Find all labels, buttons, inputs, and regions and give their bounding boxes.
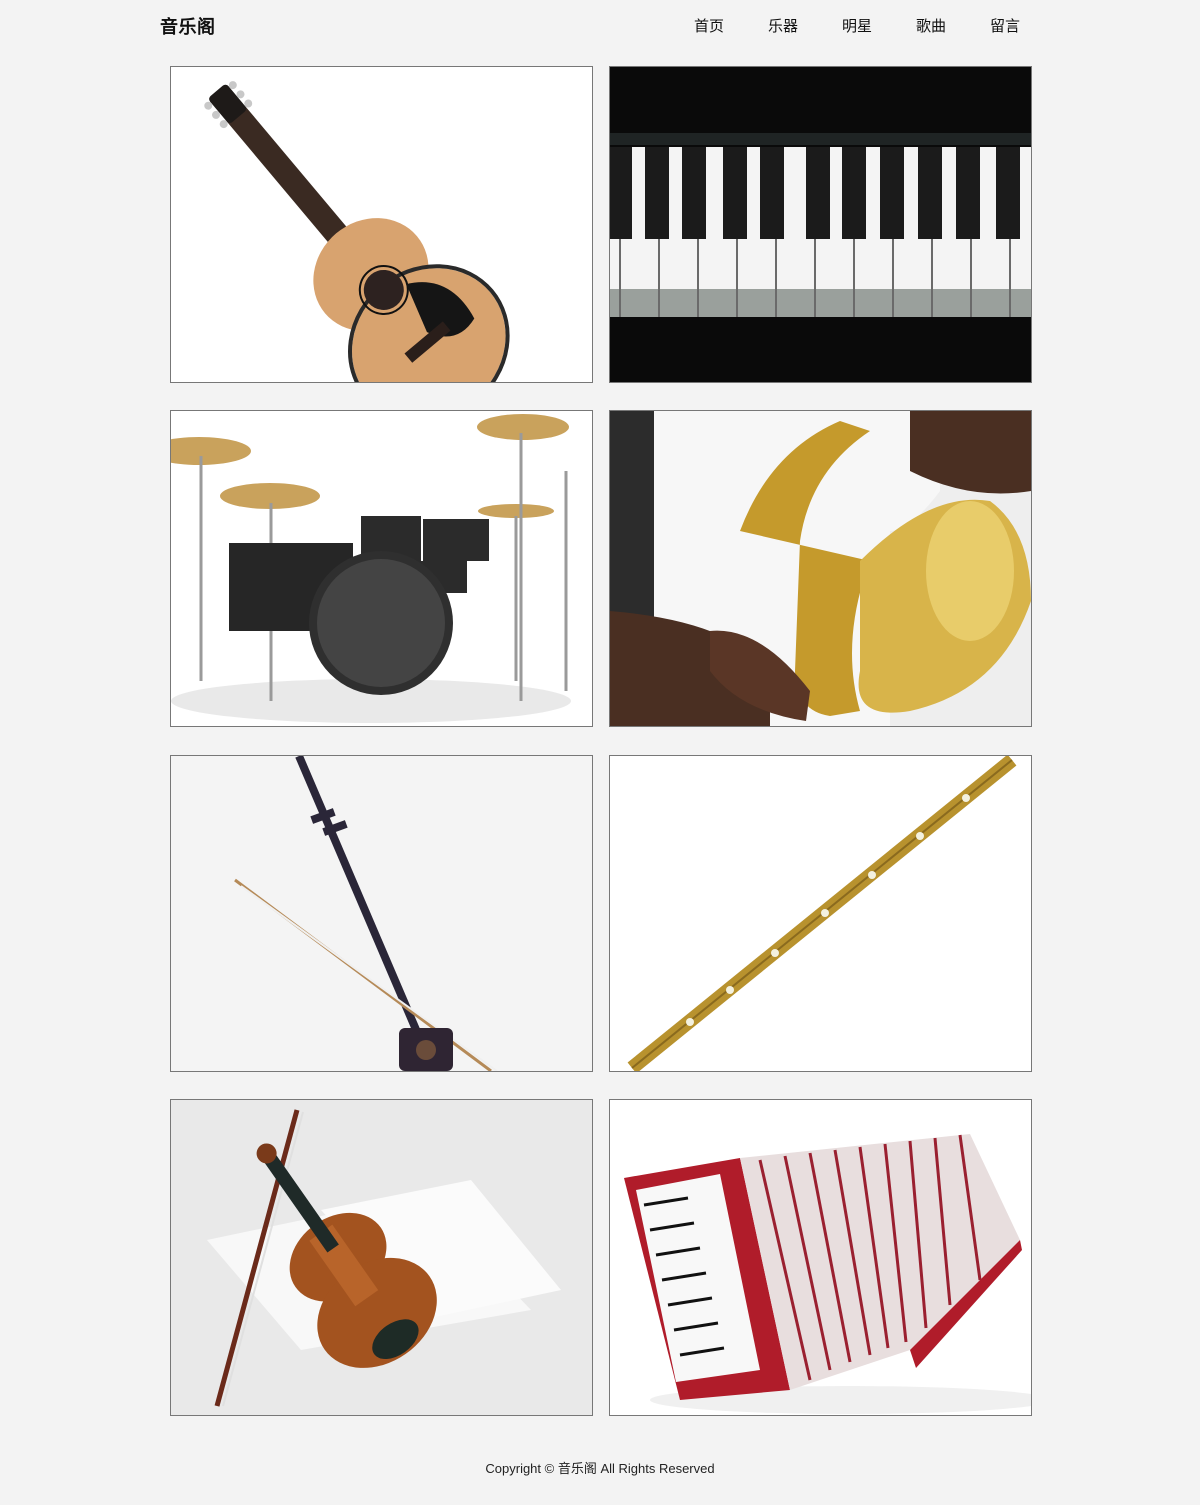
nav-item-instruments[interactable]: 乐器 [746, 15, 820, 36]
gallery-item-guitar[interactable] [170, 66, 593, 383]
accordion-image [610, 1100, 1031, 1415]
nav-item-home[interactable]: 首页 [672, 15, 746, 36]
erhu-image [171, 756, 592, 1071]
header: 音乐阁 首页 乐器 明星 歌曲 留言 [0, 0, 1200, 54]
gallery-item-accordion[interactable] [609, 1099, 1032, 1416]
flute-image [610, 756, 1031, 1071]
gallery-item-saxophone[interactable] [609, 410, 1032, 727]
acoustic-guitar-image [171, 67, 592, 382]
drum-kit-image [171, 411, 592, 726]
gallery-item-piano[interactable] [609, 66, 1032, 383]
nav-item-stars[interactable]: 明星 [820, 15, 894, 36]
piano-keys-image [610, 67, 1031, 382]
gallery-item-violin[interactable] [170, 1099, 593, 1416]
saxophone-image [610, 411, 1031, 726]
gallery-item-drums[interactable] [170, 410, 593, 727]
gallery-item-erhu[interactable] [170, 755, 593, 1072]
violin-image [171, 1100, 592, 1415]
site-logo[interactable]: 音乐阁 [160, 13, 216, 39]
nav-item-songs[interactable]: 歌曲 [894, 15, 968, 36]
main-nav: 首页 乐器 明星 歌曲 留言 [672, 15, 1042, 36]
nav-item-messages[interactable]: 留言 [968, 15, 1042, 36]
gallery-item-flute[interactable] [609, 755, 1032, 1072]
footer-copyright: Copyright © 音乐阁 All Rights Reserved [485, 1461, 715, 1476]
page: 音乐阁 首页 乐器 明星 歌曲 留言 Copyright © 音乐阁 All R… [0, 0, 1200, 1505]
